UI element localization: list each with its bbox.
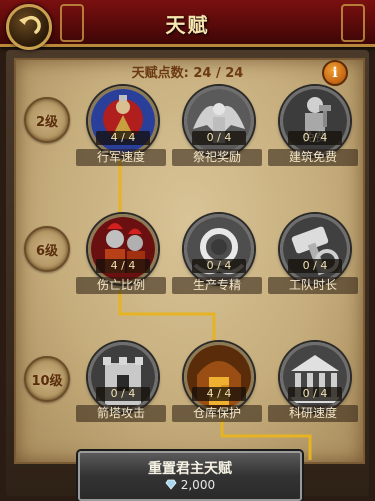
temple-icon xyxy=(280,342,350,412)
talent-count: 4 / 4 xyxy=(96,131,150,145)
back-arrow-icon xyxy=(19,15,41,34)
talent-count: 0 / 4 xyxy=(288,131,342,145)
talent-name: 箭塔攻击 xyxy=(76,405,166,422)
reset-cost-value: 2,000 xyxy=(180,478,216,492)
diamond-icon xyxy=(165,479,177,490)
talent-name: 建筑免费 xyxy=(268,149,358,166)
level-badge-2: 2级 xyxy=(24,97,70,143)
talent-march-speed[interactable]: 4 / 4 行军速度 xyxy=(76,86,166,166)
back-button[interactable] xyxy=(6,4,52,50)
talent-name: 工队时长 xyxy=(268,277,358,294)
talent-count: 0 / 4 xyxy=(192,259,246,273)
talent-name: 行军速度 xyxy=(76,149,166,166)
talent-free-build[interactable]: 免费 0 / 4 建筑免费 xyxy=(268,86,358,166)
talent-name: 祭祀奖励 xyxy=(172,149,262,166)
march-speed-icon xyxy=(88,86,158,156)
laurel-wreath-icon xyxy=(184,214,254,284)
talent-name: 生产专精 xyxy=(172,277,262,294)
spartan-warriors-icon xyxy=(88,214,158,284)
talent-warehouse-protection[interactable]: 4 / 4 仓库保护 xyxy=(172,342,262,422)
talent-production-mastery[interactable]: 0 / 4 生产专精 xyxy=(172,214,262,294)
warehouse-icon xyxy=(184,342,254,412)
talent-count: 0 / 4 xyxy=(288,387,342,401)
talent-casualty-ratio[interactable]: 4 / 4 伤亡比例 xyxy=(76,214,166,294)
reset-talents-button[interactable]: 重置君主天赋 2,000 xyxy=(78,451,302,501)
talent-count: 4 / 4 xyxy=(192,387,246,401)
talent-count: 0 / 4 xyxy=(288,259,342,273)
talent-team-duration[interactable]: 0 / 4 工队时长 xyxy=(268,214,358,294)
talent-name: 仓库保护 xyxy=(172,405,262,422)
talent-count: 4 / 4 xyxy=(96,259,150,273)
talent-name: 科研速度 xyxy=(268,405,358,422)
talent-count: 0 / 4 xyxy=(96,387,150,401)
talent-arrow-tower-attack[interactable]: 0 / 4 箭塔攻击 xyxy=(76,342,166,422)
builder-icon: 免费 xyxy=(280,86,350,156)
talent-name: 伤亡比例 xyxy=(76,277,166,294)
level-badge-10: 10级 xyxy=(24,356,70,402)
hammer-gear-icon xyxy=(280,214,350,284)
tower-icon xyxy=(88,342,158,412)
reset-label: 重置君主天赋 xyxy=(148,461,232,477)
angel-statue-icon xyxy=(184,86,254,156)
talent-sacrifice-reward[interactable]: 0 / 4 祭祀奖励 xyxy=(172,86,262,166)
level-badge-6: 6级 xyxy=(24,226,70,272)
talent-count: 0 / 4 xyxy=(192,131,246,145)
talent-research-speed[interactable]: 0 / 4 科研速度 xyxy=(268,342,358,422)
reset-cost: 2,000 xyxy=(80,478,300,492)
